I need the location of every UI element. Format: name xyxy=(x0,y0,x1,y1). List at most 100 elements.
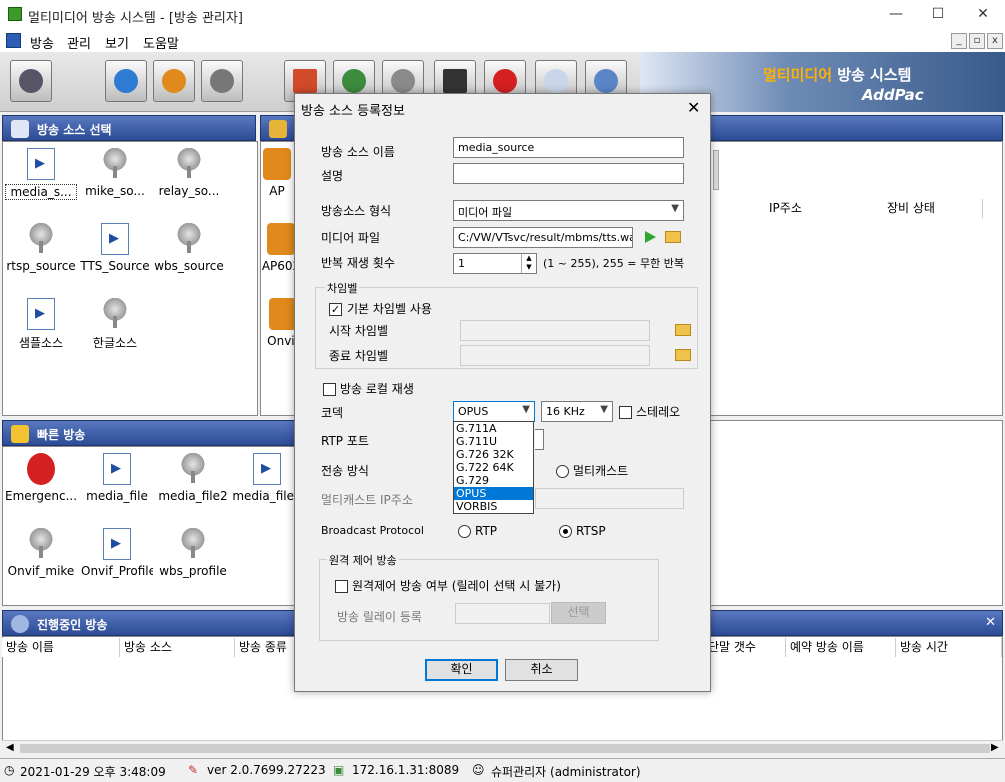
source-item[interactable]: media_s... xyxy=(5,142,77,212)
source-item[interactable]: relay_so... xyxy=(153,142,225,212)
codec-option[interactable]: G.726 32K xyxy=(454,448,533,461)
mdi-restore-button[interactable]: ▫ xyxy=(969,33,985,49)
mic-icon xyxy=(11,120,29,138)
menu-view[interactable]: 보기 xyxy=(105,33,129,52)
quick-item[interactable]: Emergenc... xyxy=(5,447,77,517)
protocol-rtp-radio[interactable] xyxy=(458,525,471,538)
menu-broadcast[interactable]: 방송 xyxy=(30,33,54,52)
protocol-label: Broadcast Protocol xyxy=(321,524,424,537)
device-toolbar-edge xyxy=(713,150,719,190)
folder-icon[interactable] xyxy=(675,349,691,361)
menu-help[interactable]: 도움말 xyxy=(143,33,179,52)
source-item[interactable]: TTS_Source xyxy=(79,217,151,287)
horizontal-scrollbar[interactable]: ◀ ▶ xyxy=(2,740,1003,756)
codec-option[interactable]: G.711A xyxy=(454,422,533,435)
media-file-icon xyxy=(253,453,281,485)
mdi-close-button[interactable]: x xyxy=(987,33,1003,49)
sample-rate-select[interactable]: 16 KHz ▼ xyxy=(541,401,613,422)
mdi-minimize-button[interactable]: _ xyxy=(951,33,967,49)
quick-item[interactable]: Onvif_mike xyxy=(5,522,77,592)
microphone-icon xyxy=(101,148,129,180)
ok-button[interactable]: 확인 xyxy=(425,659,498,681)
network-icon: ▣ xyxy=(333,763,345,777)
speaker-icon xyxy=(19,69,43,93)
local-play-checkbox[interactable] xyxy=(323,383,336,396)
codec-option[interactable]: VORBIS xyxy=(454,500,533,513)
close-button[interactable]: ✕ xyxy=(974,6,992,24)
quick-item[interactable]: Onvif_Profile xyxy=(81,522,153,592)
microphone-icon xyxy=(179,528,207,560)
window-title: 멀티미디어 방송 시스템 - [방송 관리자] xyxy=(28,11,243,26)
dialog-close-icon[interactable]: ✕ xyxy=(687,98,700,117)
users-button[interactable] xyxy=(153,60,195,102)
start-chime-label: 시작 차임벨 xyxy=(329,324,389,338)
active-column-terminals[interactable]: 단말 갯수 xyxy=(704,638,786,657)
cancel-button[interactable]: 취소 xyxy=(505,659,578,681)
source-item[interactable]: 한글소스 xyxy=(79,292,151,362)
relay-field xyxy=(455,603,550,624)
speaker-button[interactable] xyxy=(10,60,52,102)
codec-select[interactable]: OPUS ▼ xyxy=(453,401,535,422)
source-item-label: TTS_Source xyxy=(80,259,150,273)
source-type-value: 미디어 파일 xyxy=(458,206,513,219)
protocol-rtsp-label: RTSP xyxy=(576,524,606,538)
device-column-status[interactable]: 장비 상태 xyxy=(883,199,983,218)
source-item[interactable]: mike_so... xyxy=(79,142,151,212)
source-item[interactable]: 샘플소스 xyxy=(5,292,77,362)
folder-icon[interactable] xyxy=(665,231,681,243)
spin-arrows-icon[interactable]: ▲ ▼ xyxy=(521,254,536,273)
active-column-source[interactable]: 방송 소스 xyxy=(120,638,235,657)
rtp-port-field[interactable] xyxy=(535,429,544,450)
device-column-ip[interactable]: IP주소 xyxy=(765,199,885,218)
active-column-time[interactable]: 방송 시간 xyxy=(896,638,1002,657)
multicast-ip-label: 멀티캐스트 IP주소 xyxy=(321,493,413,507)
calendar-icon xyxy=(293,69,317,93)
quick-item[interactable]: wbs_profile xyxy=(157,522,229,592)
scrollbar-thumb[interactable] xyxy=(20,744,990,753)
protocol-rtsp-radio[interactable] xyxy=(559,525,572,538)
quick-item[interactable]: media_file3 xyxy=(231,447,303,517)
multicast-label: 멀티캐스트 xyxy=(573,464,629,478)
menu-manage[interactable]: 관리 xyxy=(67,33,91,52)
maximize-button[interactable]: ☐ xyxy=(929,6,947,24)
stereo-checkbox[interactable] xyxy=(619,406,632,419)
minimize-button[interactable]: — xyxy=(887,6,905,24)
play-icon[interactable] xyxy=(645,231,656,243)
default-chime-checkbox[interactable]: ✓ xyxy=(329,303,342,316)
scroll-right-icon[interactable]: ▶ xyxy=(991,742,999,753)
codec-option[interactable]: G.711U xyxy=(454,435,533,448)
device-icon xyxy=(267,223,295,255)
device-icon xyxy=(263,148,291,180)
system-menu-icon[interactable] xyxy=(6,33,21,48)
media-file-icon xyxy=(103,528,131,560)
codec-option[interactable]: G.729 xyxy=(454,474,533,487)
relay-label: 방송 릴레이 등록 xyxy=(337,610,422,624)
source-type-select[interactable]: 미디어 파일 ▼ xyxy=(453,200,684,221)
dialog-title: 방송 소스 등록정보 xyxy=(301,104,405,119)
folder-icon[interactable] xyxy=(675,324,691,336)
multicast-radio[interactable] xyxy=(556,465,569,478)
scroll-left-icon[interactable]: ◀ xyxy=(6,742,14,753)
default-chime-label: 기본 차임벨 사용 xyxy=(347,302,432,316)
active-column-name[interactable]: 방송 이름 xyxy=(2,638,120,657)
repeat-hint: (1 ~ 255), 255 = 무한 반복 xyxy=(543,257,684,270)
remote-control-checkbox[interactable] xyxy=(335,580,348,593)
quick-item[interactable]: media_file2 xyxy=(157,447,229,517)
globe-button[interactable] xyxy=(105,60,147,102)
globe-icon xyxy=(114,69,138,93)
media-file-field[interactable]: C:/VW/VTsvc/result/mbms/tts.wav xyxy=(453,227,633,248)
source-item[interactable]: rtsp_source xyxy=(5,217,77,287)
description-field[interactable] xyxy=(453,163,684,184)
remote-group-label: 원격 제어 방송 xyxy=(327,552,399,568)
quick-item[interactable]: media_file xyxy=(81,447,153,517)
codec-option-selected[interactable]: OPUS xyxy=(454,487,533,500)
quick-item-label: Emergenc... xyxy=(5,489,77,503)
source-item[interactable]: wbs_source xyxy=(153,217,225,287)
active-column-reservation[interactable]: 예약 방송 이름 xyxy=(786,638,896,657)
schedule-button[interactable] xyxy=(201,60,243,102)
name-field[interactable]: media_source xyxy=(453,137,684,158)
codec-option[interactable]: G.722 64K xyxy=(454,461,533,474)
active-column-type[interactable]: 방송 종류 xyxy=(235,638,295,657)
device-item[interactable]: AP xyxy=(257,142,297,212)
active-panel-close-icon[interactable]: ✕ xyxy=(985,615,996,630)
